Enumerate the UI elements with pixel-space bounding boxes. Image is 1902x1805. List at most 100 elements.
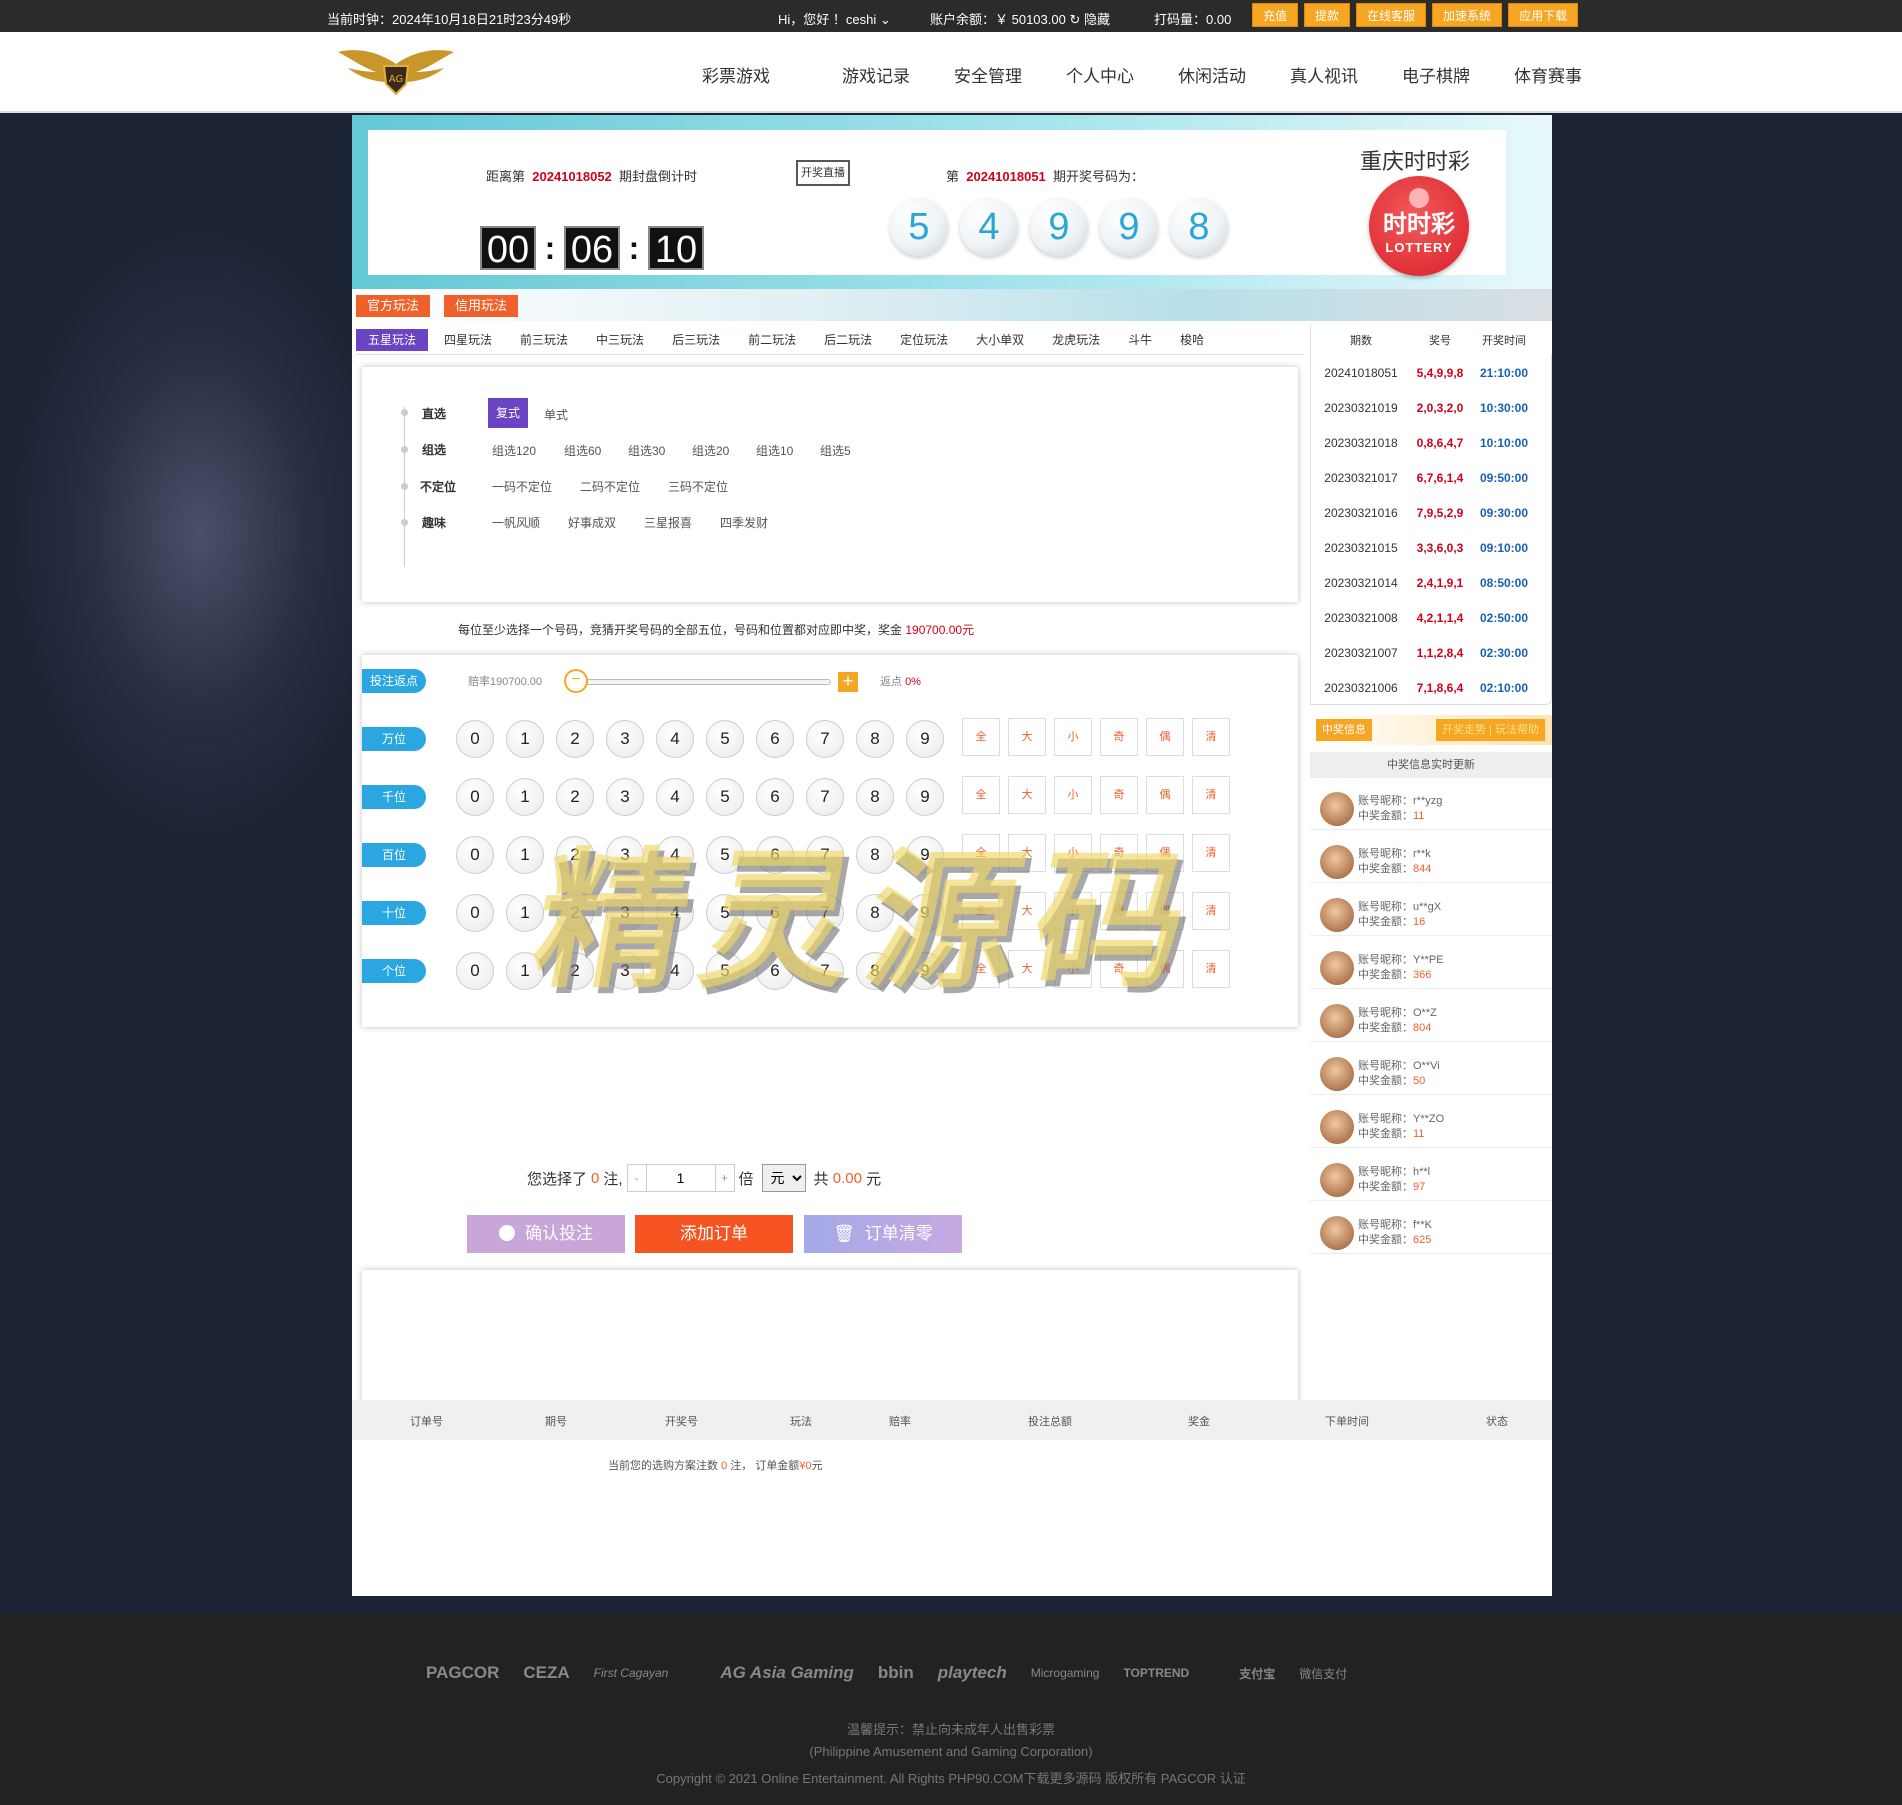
trend-help-links[interactable]: 开奖走势 | 玩法帮助 <box>1436 719 1545 741</box>
filter-clear-button[interactable]: 清 <box>1192 834 1230 872</box>
digit-ball[interactable]: 3 <box>606 778 644 816</box>
option-group120[interactable]: 组选120 <box>492 442 536 459</box>
multiplier-decrease[interactable]: - <box>628 1171 646 1185</box>
tab-bull[interactable]: 斗牛 <box>1116 329 1164 351</box>
digit-ball[interactable]: 8 <box>856 720 894 758</box>
digit-ball[interactable]: 7 <box>806 778 844 816</box>
filter-odd-button[interactable]: 奇 <box>1100 718 1138 756</box>
digit-ball[interactable]: 4 <box>656 720 694 758</box>
tab-middle-three[interactable]: 中三玩法 <box>584 329 656 351</box>
tab-position[interactable]: 定位玩法 <box>888 329 960 351</box>
filter-big-button[interactable]: 大 <box>1008 834 1046 872</box>
option-fun-4[interactable]: 四季发财 <box>720 514 768 531</box>
option-fun-2[interactable]: 好事成双 <box>568 514 616 531</box>
option-group5[interactable]: 组选5 <box>820 442 851 459</box>
filter-big-button[interactable]: 大 <box>1008 892 1046 930</box>
digit-ball[interactable]: 8 <box>856 778 894 816</box>
digit-ball[interactable]: 7 <box>806 836 844 874</box>
digit-ball[interactable]: 1 <box>506 952 544 990</box>
nav-sports[interactable]: 体育赛事 <box>1492 62 1604 87</box>
filter-small-button[interactable]: 小 <box>1054 892 1092 930</box>
digit-ball[interactable]: 6 <box>756 836 794 874</box>
filter-big-button[interactable]: 大 <box>1008 776 1046 814</box>
multiplier-increase[interactable]: + <box>716 1171 734 1185</box>
digit-ball[interactable]: 2 <box>556 952 594 990</box>
multiplier-stepper[interactable]: - + <box>626 1164 735 1192</box>
digit-ball[interactable]: 1 <box>506 720 544 758</box>
digit-ball[interactable]: 6 <box>756 778 794 816</box>
filter-odd-button[interactable]: 奇 <box>1100 776 1138 814</box>
digit-ball[interactable]: 2 <box>556 836 594 874</box>
digit-ball[interactable]: 1 <box>506 836 544 874</box>
digit-ball[interactable]: 4 <box>656 952 694 990</box>
tab-dragon-tiger[interactable]: 龙虎玩法 <box>1040 329 1112 351</box>
filter-odd-button[interactable]: 奇 <box>1100 950 1138 988</box>
digit-ball[interactable]: 8 <box>856 894 894 932</box>
option-group10[interactable]: 组选10 <box>756 442 793 459</box>
unit-select[interactable]: 元 <box>761 1164 806 1192</box>
digit-ball[interactable]: 9 <box>906 720 944 758</box>
filter-small-button[interactable]: 小 <box>1054 776 1092 814</box>
digit-ball[interactable]: 7 <box>806 720 844 758</box>
option-fun-1[interactable]: 一帆风顺 <box>492 514 540 531</box>
digit-ball[interactable]: 5 <box>706 836 744 874</box>
nav-lottery-games[interactable]: 彩票游戏 <box>680 62 820 87</box>
digit-ball[interactable]: 9 <box>906 836 944 874</box>
digit-ball[interactable]: 2 <box>556 894 594 932</box>
deposit-button[interactable]: 充值 <box>1252 3 1299 27</box>
withdraw-button[interactable]: 提款 <box>1304 3 1351 27</box>
option-three-unfixed[interactable]: 三码不定位 <box>668 478 728 495</box>
filter-even-button[interactable]: 偶 <box>1146 776 1184 814</box>
filter-big-button[interactable]: 大 <box>1008 950 1046 988</box>
filter-even-button[interactable]: 偶 <box>1146 950 1184 988</box>
digit-ball[interactable]: 4 <box>656 894 694 932</box>
digit-ball[interactable]: 0 <box>456 836 494 874</box>
rebate-slider[interactable] <box>577 679 831 685</box>
filter-all-button[interactable]: 全 <box>962 776 1000 814</box>
nav-activities[interactable]: 休闲活动 <box>1156 62 1268 87</box>
digit-ball[interactable]: 0 <box>456 894 494 932</box>
multiplier-input[interactable] <box>645 1165 716 1191</box>
filter-all-button[interactable]: 全 <box>962 950 1000 988</box>
hide-balance-link[interactable]: 隐藏 <box>1084 12 1110 27</box>
filter-clear-button[interactable]: 清 <box>1192 892 1230 930</box>
clear-order-button[interactable]: 🗑 订单清零 <box>804 1215 962 1253</box>
digit-ball[interactable]: 9 <box>906 778 944 816</box>
nav-chess-cards[interactable]: 电子棋牌 <box>1380 62 1492 87</box>
tab-five-star[interactable]: 五星玩法 <box>356 328 429 351</box>
rebate-tag[interactable]: 投注返点 <box>362 669 426 693</box>
digit-ball[interactable]: 5 <box>706 778 744 816</box>
user-greeting[interactable]: Hi，您好 ！ceshi ⌄ <box>778 9 891 28</box>
digit-ball[interactable]: 0 <box>456 778 494 816</box>
option-single[interactable]: 单式 <box>544 406 568 423</box>
filter-odd-button[interactable]: 奇 <box>1100 892 1138 930</box>
slider-plus-button[interactable]: + <box>838 672 858 692</box>
option-group30[interactable]: 组选30 <box>628 442 665 459</box>
digit-ball[interactable]: 6 <box>756 720 794 758</box>
confirm-bet-button[interactable]: 确认投注 <box>467 1215 625 1253</box>
option-two-unfixed[interactable]: 二码不定位 <box>580 478 640 495</box>
digit-ball[interactable]: 4 <box>656 836 694 874</box>
app-download-button[interactable]: 应用下载 <box>1508 3 1579 27</box>
option-group60[interactable]: 组选60 <box>564 442 601 459</box>
digit-ball[interactable]: 8 <box>856 836 894 874</box>
tab-back-two[interactable]: 后二玩法 <box>812 329 884 351</box>
nav-personal-center[interactable]: 个人中心 <box>1044 62 1156 87</box>
option-compound[interactable]: 复式 <box>488 398 529 428</box>
digit-ball[interactable]: 7 <box>806 894 844 932</box>
option-group20[interactable]: 组选20 <box>692 442 729 459</box>
filter-even-button[interactable]: 偶 <box>1146 892 1184 930</box>
filter-clear-button[interactable]: 清 <box>1192 718 1230 756</box>
digit-ball[interactable]: 2 <box>556 778 594 816</box>
filter-even-button[interactable]: 偶 <box>1146 718 1184 756</box>
digit-ball[interactable]: 3 <box>606 894 644 932</box>
customer-service-button[interactable]: 在线客服 <box>1356 3 1427 27</box>
filter-small-button[interactable]: 小 <box>1054 718 1092 756</box>
filter-small-button[interactable]: 小 <box>1054 950 1092 988</box>
filter-odd-button[interactable]: 奇 <box>1100 834 1138 872</box>
filter-even-button[interactable]: 偶 <box>1146 834 1184 872</box>
filter-all-button[interactable]: 全 <box>962 718 1000 756</box>
nav-security[interactable]: 安全管理 <box>932 62 1044 87</box>
option-one-unfixed[interactable]: 一码不定位 <box>492 478 552 495</box>
tab-front-two[interactable]: 前二玩法 <box>736 329 808 351</box>
